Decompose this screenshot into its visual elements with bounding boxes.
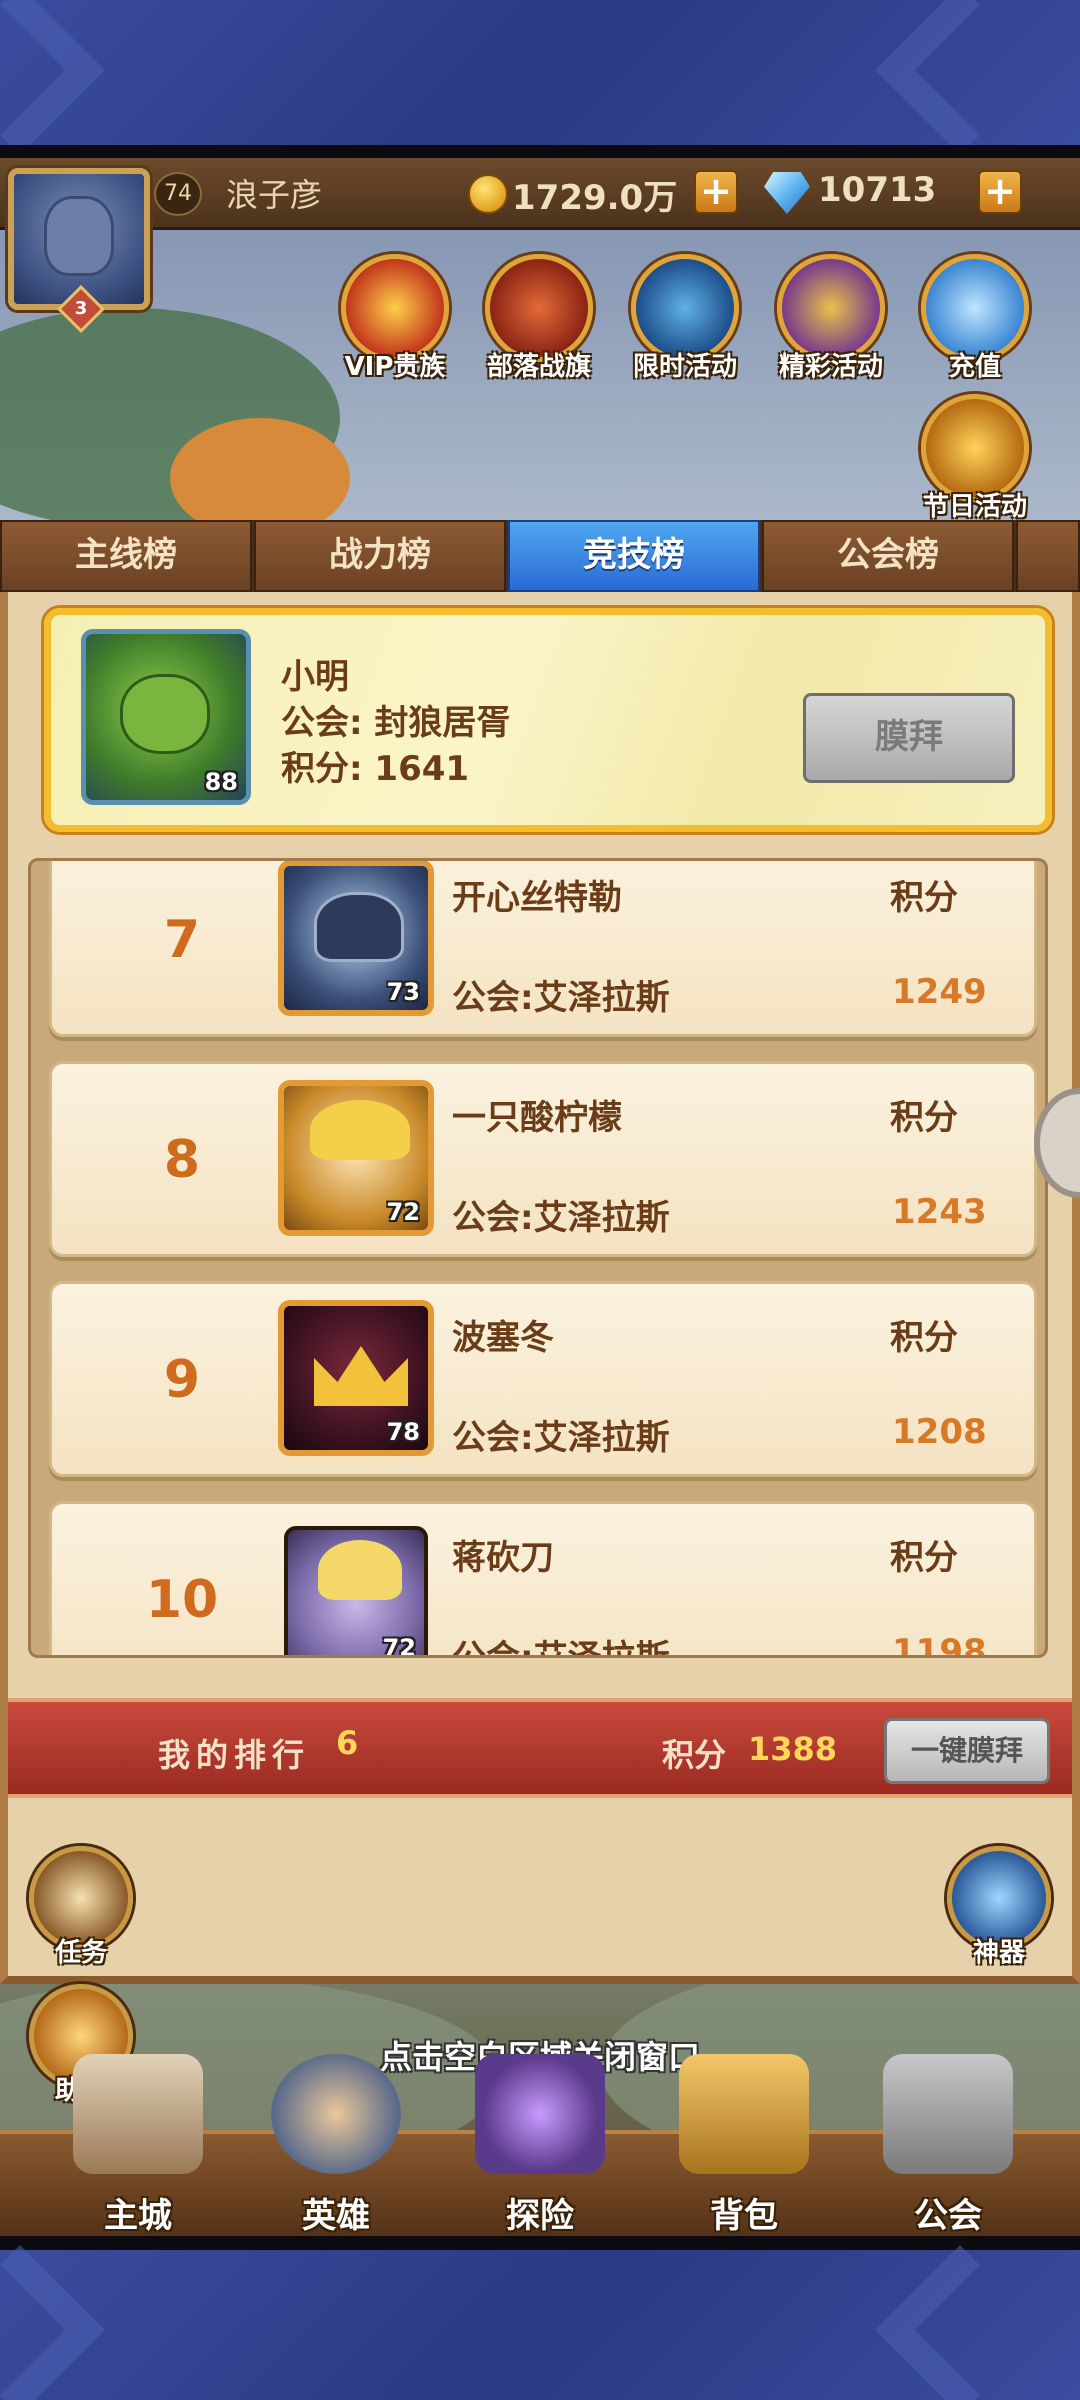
nav-heroes[interactable]: 英雄 [246, 2054, 426, 2248]
letterbox-bottom [0, 2236, 1080, 2250]
nav-backpack[interactable]: 背包 [654, 2054, 834, 2248]
letterbox-top [0, 145, 1080, 158]
ranking-list[interactable]: 7 73 开心丝特勒 公会:艾泽拉斯 积分 1249 8 72 一只酸柠檬 公会… [28, 858, 1048, 1658]
my-score-label: 积分 [662, 1736, 727, 1774]
blond-hair-icon [318, 1540, 402, 1600]
bottom-nav: 主城 英雄 探险 背包 公会 [0, 2054, 1080, 2248]
tasks-button[interactable]: 任务 [26, 1846, 136, 1969]
tab-arena[interactable]: 竞技榜 [508, 520, 760, 592]
player-name: 开心丝特勒 [452, 878, 622, 918]
ranking-row: 9 78 波塞冬 公会:艾泽拉斯 积分 1208 [49, 1281, 1037, 1477]
backpack-icon [679, 2054, 809, 2174]
rank-number: 8 [163, 1130, 201, 1190]
diamond-amount: 10713 [818, 170, 937, 210]
ranking-row: 8 72 一只酸柠檬 公会:艾泽拉斯 积分 1243 [49, 1061, 1037, 1257]
player-portrait[interactable]: 78 [278, 1300, 434, 1456]
worship-button[interactable]: 膜拜 [803, 693, 1015, 783]
tab-overflow [1016, 520, 1080, 592]
player-guild: 公会:艾泽拉斯 [452, 1418, 670, 1458]
chevron-decor-icon [0, 0, 105, 155]
ogre-face-icon [120, 674, 210, 754]
tab-guild[interactable]: 公会榜 [762, 520, 1014, 592]
portal-icon [475, 2054, 605, 2174]
limited-event-button[interactable]: 限时活动 [610, 254, 760, 383]
helmet-icon [314, 892, 404, 962]
my-rank-label: 我的排行 [158, 1736, 311, 1774]
artifact-button[interactable]: 神器 [944, 1846, 1054, 1969]
champion-card: 88 小明 公会: 封狼居胥 积分: 1641 膜拜 [44, 608, 1052, 832]
leaderboard-panel: 88 小明 公会: 封狼居胥 积分: 1641 膜拜 7 73 开心丝特勒 公会… [0, 592, 1080, 1984]
castle-icon [73, 2054, 203, 2174]
bottom-frame [0, 2245, 1080, 2400]
tribe-banner-button[interactable]: 部落战旗 [464, 254, 614, 383]
player-guild: 公会:艾泽拉斯 [452, 978, 670, 1018]
player-name: 浪子彦 [226, 177, 323, 213]
player-portrait[interactable]: 73 [278, 861, 434, 1016]
score-label: 积分 [890, 878, 958, 918]
chevron-decor-icon [0, 2245, 105, 2400]
add-gold-button[interactable]: + [694, 170, 738, 214]
one-click-worship-button[interactable]: 一键膜拜 [884, 1718, 1050, 1784]
tower-icon [883, 2054, 1013, 2174]
leaderboard-tabs: 主线榜 战力榜 竞技榜 公会榜 [0, 520, 1080, 592]
player-name: 一只酸柠檬 [452, 1098, 622, 1138]
rank-number: 7 [163, 910, 201, 970]
score-label: 积分 [890, 1318, 958, 1358]
hero-head-icon [271, 2054, 401, 2174]
score-value: 1208 [892, 1412, 987, 1452]
festival-event-button[interactable]: 节日活动 [900, 394, 1050, 523]
crown-icon [314, 1346, 408, 1406]
score-value: 1249 [892, 972, 987, 1012]
player-name: 蒋砍刀 [452, 1538, 554, 1578]
player-level-badge: 74 [154, 172, 202, 216]
score-value: 1243 [892, 1192, 987, 1232]
my-rank-value: 6 [336, 1724, 359, 1762]
gold-amount: 1729.0万 [512, 178, 678, 218]
chevron-decor-icon [875, 2245, 1045, 2400]
champion-score: 积分: 1641 [281, 749, 470, 789]
gold-coin-icon [468, 174, 508, 214]
score-label: 积分 [890, 1098, 958, 1138]
ranking-row: 7 73 开心丝特勒 公会:艾泽拉斯 积分 1249 [49, 861, 1037, 1037]
rank-number: 9 [163, 1350, 201, 1410]
nav-explore[interactable]: 探险 [450, 2054, 630, 2248]
champion-guild: 公会: 封狼居胥 [281, 703, 511, 743]
diamond-icon [764, 172, 810, 214]
recharge-button[interactable]: 充值 [900, 254, 1050, 383]
top-frame [0, 0, 1080, 155]
score-value: 1198 [892, 1632, 987, 1658]
my-rank-bar: 我的排行 6 积分 1388 一键膜拜 [8, 1698, 1072, 1798]
player-guild: 公会:艾泽拉斯 [452, 1198, 670, 1238]
lion-head-icon [44, 196, 114, 276]
player-guild: 公会:艾泽拉斯 [452, 1638, 670, 1658]
chevron-decor-icon [875, 0, 1045, 155]
player-name: 波塞冬 [452, 1318, 554, 1358]
nav-main-city[interactable]: 主城 [48, 2054, 228, 2248]
tab-mainline[interactable]: 主线榜 [0, 520, 252, 592]
nav-guild[interactable]: 公会 [858, 2054, 1038, 2248]
resource-bar: 74 浪子彦 1729.0万 + 10713 + [0, 158, 1080, 230]
my-score-value: 1388 [748, 1730, 838, 1768]
featured-event-button[interactable]: 精彩活动 [756, 254, 906, 383]
player-portrait[interactable]: 72 [284, 1526, 428, 1655]
vip-button[interactable]: VIP贵族 [320, 254, 470, 383]
add-diamond-button[interactable]: + [978, 170, 1022, 214]
tab-power[interactable]: 战力榜 [254, 520, 506, 592]
blond-hair-icon [310, 1100, 410, 1160]
champion-portrait[interactable]: 88 [81, 629, 251, 805]
rank-number: 10 [145, 1570, 219, 1630]
champion-name: 小明 [281, 657, 349, 697]
score-label: 积分 [890, 1538, 958, 1578]
player-portrait[interactable]: 72 [278, 1080, 434, 1236]
player-avatar[interactable]: 3 [8, 168, 150, 334]
game-screen: 74 浪子彦 1729.0万 + 10713 + 3 VIP贵族 部落战旗 限时… [0, 158, 1080, 2248]
ranking-row: 10 72 蒋砍刀 公会:艾泽拉斯 积分 1198 [49, 1501, 1037, 1658]
